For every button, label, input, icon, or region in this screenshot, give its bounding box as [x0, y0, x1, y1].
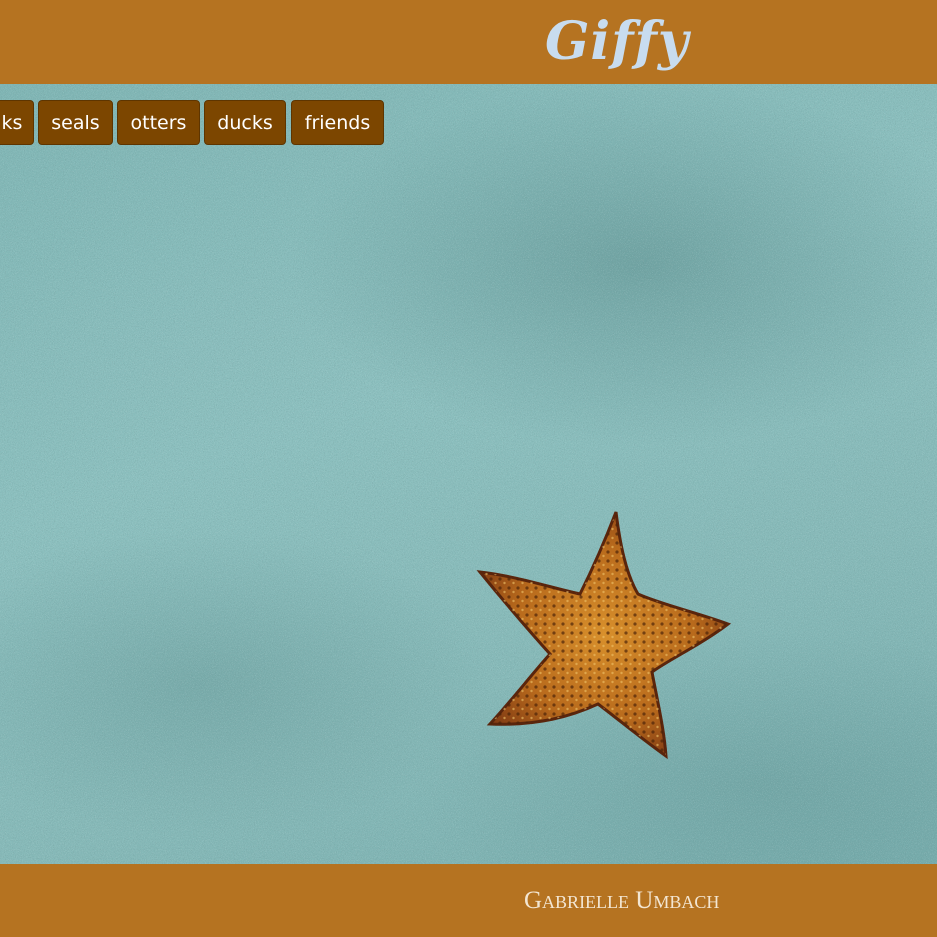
- page: Giffy ks seals otters ducks friends Gabr…: [0, 0, 937, 937]
- site-logo[interactable]: Giffy: [545, 8, 689, 76]
- footer-author-name: Gabrielle Umbach: [524, 887, 720, 914]
- background-image-starfish: [0, 84, 937, 864]
- starfish-image: [476, 511, 732, 760]
- topic-button-seals[interactable]: seals: [38, 100, 113, 145]
- topic-button-row: ks seals otters ducks friends: [0, 100, 937, 147]
- topic-button-otters[interactable]: otters: [117, 100, 200, 145]
- topic-button-ducks[interactable]: ducks: [204, 100, 286, 145]
- topic-button-friends[interactable]: friends: [291, 100, 384, 145]
- sand-texture: [0, 84, 937, 864]
- footer-bar: Gabrielle Umbach: [0, 864, 937, 937]
- header-bar: Giffy: [0, 0, 937, 84]
- topic-button-ducks-partial[interactable]: ks: [0, 100, 34, 145]
